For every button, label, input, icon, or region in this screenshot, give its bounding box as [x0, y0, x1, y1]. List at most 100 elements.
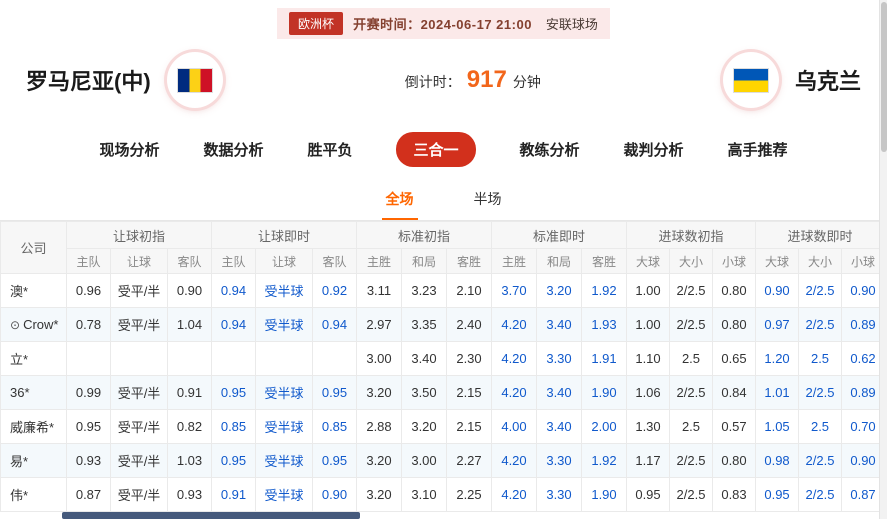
company-logo-icon: ⊙	[10, 318, 21, 332]
odds-cell: 0.95	[211, 443, 256, 478]
odds-cell: 0.96	[66, 273, 111, 308]
company-name: 澳*	[10, 284, 29, 299]
horizontal-scrollbar-thumb[interactable]	[62, 512, 360, 519]
table-row: 威廉希* 0.95 受平/半 0.82 0.85 受半球 0.85 2.88 3.20 2.15 4…	[0, 409, 886, 444]
company-cell[interactable]: 易*	[0, 443, 67, 478]
odds-cell: 3.00	[356, 341, 402, 376]
romania-flag-icon	[176, 67, 213, 93]
company-name: 伟*	[10, 488, 29, 503]
company-cell[interactable]: 澳*	[0, 273, 67, 308]
odds-cell: 2.15	[446, 375, 492, 410]
sub-header: 客胜	[581, 248, 627, 274]
odds-cell: 3.40	[536, 375, 582, 410]
subtab-1[interactable]: 全场	[381, 181, 418, 220]
group-header: 进球数即时	[755, 221, 886, 249]
odds-cell: 2.00	[581, 409, 627, 444]
odds-cell: 0.85	[211, 409, 256, 444]
company-cell[interactable]: 36*	[0, 375, 67, 410]
nav-tab-5[interactable]: 教练分析	[520, 139, 580, 160]
odds-cell: 0.87	[66, 477, 111, 512]
odds-cell: 3.20	[356, 443, 402, 478]
countdown-label: 倒计时：	[404, 74, 461, 90]
odds-cell: 4.20	[491, 307, 537, 342]
group-header: 标准即时	[491, 221, 627, 249]
odds-cell: 3.30	[536, 341, 582, 376]
odds-cell: 1.10	[626, 341, 670, 376]
odds-cell: 1.01	[755, 375, 800, 410]
company-cell[interactable]: 威廉希*	[0, 409, 67, 444]
period-subtabs: 全场 半场	[0, 181, 887, 221]
odds-cell	[312, 341, 357, 376]
odds-cell: 3.11	[356, 273, 402, 308]
odds-cell: 2.88	[356, 409, 402, 444]
odds-cell: 1.90	[581, 477, 627, 512]
company-column-header: 公司	[0, 221, 67, 274]
nav-tab-2[interactable]: 数据分析	[203, 139, 263, 160]
odds-cell: 受平/半	[110, 443, 168, 478]
venue-name: 安联球场	[545, 17, 598, 32]
odds-cell: 受平/半	[110, 409, 168, 444]
odds-cell: 0.99	[66, 375, 111, 410]
odds-cell: 2.27	[446, 443, 492, 478]
odds-cell: 1.92	[581, 443, 627, 478]
odds-cell: 0.90	[167, 273, 212, 308]
sub-header: 小球	[711, 248, 757, 274]
odds-cell: 2/2.5	[669, 443, 713, 478]
odds-cell: 受半球	[255, 409, 313, 444]
group-header: 标准初指	[356, 221, 492, 249]
odds-cell: 0.94	[312, 307, 357, 342]
table-row: 易* 0.93 受平/半 1.03 0.95 受半球 0.95 3.20 3.00 2.27 4.2…	[0, 443, 886, 478]
odds-cell: 0.98	[755, 443, 800, 478]
nav-tab-7[interactable]: 高手推荐	[728, 139, 788, 160]
sub-header: 大小	[798, 248, 843, 274]
odds-cell: 3.30	[536, 477, 582, 512]
odds-cell: 0.91	[167, 375, 212, 410]
subtab-2[interactable]: 半场	[470, 181, 506, 220]
odds-cell: 0.57	[711, 409, 757, 444]
odds-table: 公司 让球初指 让球即时 标准初指 标准即时 进球数初指 进球数即时 主队 让球 客队 主队 让球 客队…	[0, 221, 886, 512]
vertical-scrollbar-thumb[interactable]	[881, 2, 887, 152]
table-row: 伟* 0.87 受平/半 0.93 0.91 受半球 0.90 3.20 3.10 2.25 4.2…	[0, 477, 886, 512]
main-nav: 现场分析 数据分析 胜平负 三合一 教练分析 裁判分析 高手推荐	[0, 120, 887, 181]
odds-cell: 2.40	[446, 307, 492, 342]
odds-cell	[66, 341, 111, 376]
countdown-unit: 分钟	[512, 74, 541, 90]
odds-cell: 0.93	[167, 477, 212, 512]
odds-cell: 0.95	[312, 443, 357, 478]
odds-cell: 1.05	[755, 409, 800, 444]
odds-cell: 受平/半	[110, 307, 168, 342]
group-header: 让球即时	[211, 221, 357, 249]
odds-cell: 受半球	[255, 375, 313, 410]
sub-header: 和局	[536, 248, 582, 274]
odds-cell: 2/2.5	[669, 375, 713, 410]
odds-cell: 2/2.5	[798, 375, 843, 410]
sub-header: 让球	[110, 248, 168, 274]
vertical-scrollbar-track[interactable]	[879, 0, 887, 519]
company-cell[interactable]: 立*	[0, 341, 67, 376]
odds-cell: 受平/半	[110, 375, 168, 410]
odds-cell: 2/2.5	[798, 443, 843, 478]
sub-header: 客队	[312, 248, 357, 274]
company-cell[interactable]: ⊙ Crow*	[0, 307, 67, 342]
odds-cell: 0.92	[312, 273, 357, 308]
odds-cell: 3.23	[401, 273, 447, 308]
odds-cell: 0.95	[626, 477, 670, 512]
odds-cell: 4.20	[491, 341, 537, 376]
table-row: 36* 0.99 受平/半 0.91 0.95 受半球 0.95 3.20 3.50 2.15 4.…	[0, 375, 886, 410]
odds-cell: 1.90	[581, 375, 627, 410]
odds-cell: 0.93	[66, 443, 111, 478]
group-header: 进球数初指	[625, 221, 757, 249]
home-flag-badge	[166, 52, 223, 108]
odds-cell: 0.94	[211, 307, 256, 342]
odds-cell: 1.00	[626, 273, 670, 308]
odds-cell: 3.20	[536, 273, 582, 308]
nav-tab-6[interactable]: 裁判分析	[624, 139, 684, 160]
nav-tab-1[interactable]: 现场分析	[99, 139, 159, 160]
nav-tab-3[interactable]: 胜平负	[307, 139, 352, 160]
nav-tab-4[interactable]: 三合一	[396, 132, 476, 167]
company-cell[interactable]: 伟*	[0, 477, 67, 512]
odds-cell: 2.10	[446, 273, 492, 308]
countdown-value: 917	[466, 66, 507, 93]
odds-cell: 2.5	[669, 409, 713, 444]
odds-cell: 0.95	[755, 477, 800, 512]
